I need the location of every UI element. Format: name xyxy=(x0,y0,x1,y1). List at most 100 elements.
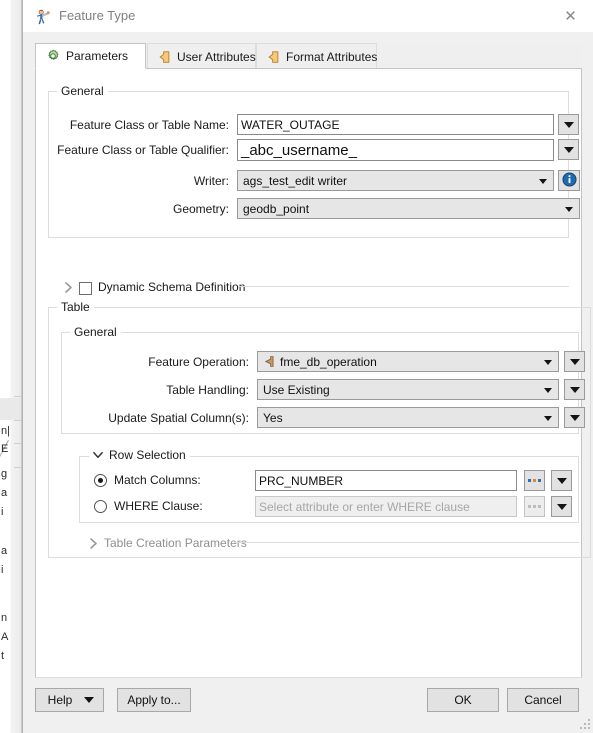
chevron-down-icon xyxy=(565,206,573,212)
feature-operation-label: Feature Operation: xyxy=(148,355,249,369)
match-columns-input[interactable]: PRC_NUMBER xyxy=(255,470,517,491)
ok-button-label: OK xyxy=(454,693,472,707)
tab-format-attributes[interactable]: Format Attributes xyxy=(256,43,377,69)
orange-tag-icon xyxy=(158,50,171,64)
chevron-down-icon xyxy=(544,387,552,393)
writer-info-button[interactable] xyxy=(558,170,580,191)
update-spatial-columns-combo[interactable]: Yes xyxy=(257,407,559,428)
table-general-group: General Feature Operation: fme_db_operat… xyxy=(61,325,585,434)
table-creation-parameters-expander[interactable]: Table Creation Parameters xyxy=(89,536,247,550)
geometry-value: geodb_point xyxy=(243,201,310,216)
where-clause-radio[interactable] xyxy=(94,500,107,513)
feature-operation-combo[interactable]: fme_db_operation xyxy=(257,351,559,372)
close-glyph: ✕ xyxy=(564,7,577,25)
feature-type-dialog: Feature Type ✕ Parameters User Attribute… xyxy=(22,0,593,733)
feature-class-qualifier-dropdown-button[interactable] xyxy=(558,139,579,160)
background-text-fragment: i xyxy=(1,564,4,576)
tab-parameters-label: Parameters xyxy=(66,49,129,63)
ellipsis-icon xyxy=(528,479,541,482)
row-selection-label: Row Selection xyxy=(109,448,186,462)
feature-class-name-label: Feature Class or Table Name: xyxy=(69,118,229,132)
background-toolbar-band xyxy=(0,398,21,420)
update-spatial-columns-dropdown-button[interactable] xyxy=(564,407,585,428)
dynamic-schema-expander[interactable]: Dynamic Schema Definition xyxy=(64,280,246,295)
feature-class-qualifier-label: Feature Class or Table Qualifier: xyxy=(57,143,229,157)
cancel-button-label: Cancel xyxy=(524,693,562,707)
match-columns-label: Match Columns: xyxy=(114,473,201,487)
help-button[interactable]: Help xyxy=(35,688,104,712)
row-selection-expander[interactable]: Row Selection xyxy=(89,448,190,462)
apply-to-button[interactable]: Apply to... xyxy=(117,688,191,712)
dynamic-schema-checkbox[interactable] xyxy=(79,281,92,295)
ellipsis-icon xyxy=(528,505,541,508)
where-clause-input[interactable]: Select attribute or enter WHERE clause xyxy=(255,496,517,517)
background-divider xyxy=(14,467,21,468)
background-text-fragment: E xyxy=(1,443,9,455)
table-handling-label: Table Handling: xyxy=(166,383,249,397)
table-handling-dropdown-button[interactable] xyxy=(564,379,585,400)
background-window-strip: n| E g a i a i n A t xyxy=(0,0,22,733)
where-clause-browse-button[interactable] xyxy=(524,496,545,517)
table-group-label: Table xyxy=(57,300,94,314)
tab-format-attributes-label: Format Attributes xyxy=(286,49,378,64)
match-columns-radio[interactable] xyxy=(94,474,107,487)
chevron-down-icon xyxy=(556,477,567,484)
background-text-fragment: g xyxy=(1,468,8,480)
table-handling-combo[interactable]: Use Existing xyxy=(257,379,559,400)
chevron-down-icon xyxy=(84,697,94,703)
update-spatial-columns-value: Yes xyxy=(263,410,283,425)
match-columns-value: PRC_NUMBER xyxy=(259,473,344,488)
background-text-fragment: i xyxy=(1,506,4,518)
attribute-tag-icon xyxy=(263,355,275,368)
chevron-down-icon xyxy=(569,358,580,365)
geometry-label: Geometry: xyxy=(172,202,229,216)
parameters-panel: General Feature Class or Table Name: WAT… xyxy=(35,68,591,700)
info-circle-icon xyxy=(561,171,577,190)
table-handling-value: Use Existing xyxy=(263,382,330,397)
feature-class-name-input[interactable]: WATER_OUTAGE xyxy=(237,114,554,135)
tab-user-attributes[interactable]: User Attributes xyxy=(147,43,256,69)
feature-class-name-value: WATER_OUTAGE xyxy=(241,117,340,132)
tab-parameters[interactable]: Parameters xyxy=(35,43,146,69)
feature-class-qualifier-input[interactable]: _abc_username_ xyxy=(237,139,554,161)
dynamic-schema-label: Dynamic Schema Definition xyxy=(98,280,246,294)
background-text-fragment: n| xyxy=(1,425,10,437)
chevron-down-icon xyxy=(563,146,574,153)
background-text-fragment: n xyxy=(1,612,8,624)
resize-grip[interactable] xyxy=(578,717,590,729)
cancel-button[interactable]: Cancel xyxy=(507,688,579,712)
update-spatial-columns-label: Update Spatial Column(s): xyxy=(108,411,249,425)
writer-combo[interactable]: ags_test_edit writer xyxy=(237,170,554,191)
background-text-fragment: t xyxy=(1,650,5,662)
table-group: Table General Feature Operation: fme_db_… xyxy=(48,300,591,558)
chevron-down-icon xyxy=(544,359,552,365)
table-creation-parameters-label: Table Creation Parameters xyxy=(104,536,247,550)
match-columns-browse-button[interactable] xyxy=(524,470,545,491)
ok-button[interactable]: OK xyxy=(427,688,499,712)
writer-value: ags_test_edit writer xyxy=(243,173,348,188)
feature-operation-value: fme_db_operation xyxy=(280,354,377,369)
help-button-label: Help xyxy=(47,693,73,707)
chevron-down-icon xyxy=(539,178,547,184)
background-text-fragment: a xyxy=(1,545,8,557)
chevron-right-icon xyxy=(64,281,73,293)
general-group: General Feature Class or Table Name: WAT… xyxy=(48,84,580,238)
chevron-right-icon xyxy=(89,537,98,549)
dialog-titlebar[interactable]: Feature Type ✕ xyxy=(23,0,593,33)
tab-user-attributes-label: User Attributes xyxy=(177,49,256,64)
match-columns-dropdown-button[interactable] xyxy=(551,470,572,491)
feature-operation-dropdown-button[interactable] xyxy=(564,351,585,372)
feature-class-name-dropdown-button[interactable] xyxy=(558,114,579,135)
chevron-down-icon xyxy=(569,386,580,393)
dialog-footer: Help Apply to... OK Cancel xyxy=(23,677,593,733)
feature-class-qualifier-value: _abc_username_ xyxy=(241,141,357,159)
table-creation-parameters-rule xyxy=(234,542,579,543)
where-clause-placeholder: Select attribute or enter WHERE clause xyxy=(259,499,470,514)
geometry-combo[interactable]: geodb_point xyxy=(237,198,580,219)
where-clause-dropdown-button[interactable] xyxy=(551,496,572,517)
general-group-label: General xyxy=(57,84,108,98)
background-divider xyxy=(14,396,21,397)
chevron-down-icon xyxy=(544,415,552,421)
chevron-down-icon xyxy=(569,414,580,421)
close-icon[interactable]: ✕ xyxy=(548,0,593,32)
